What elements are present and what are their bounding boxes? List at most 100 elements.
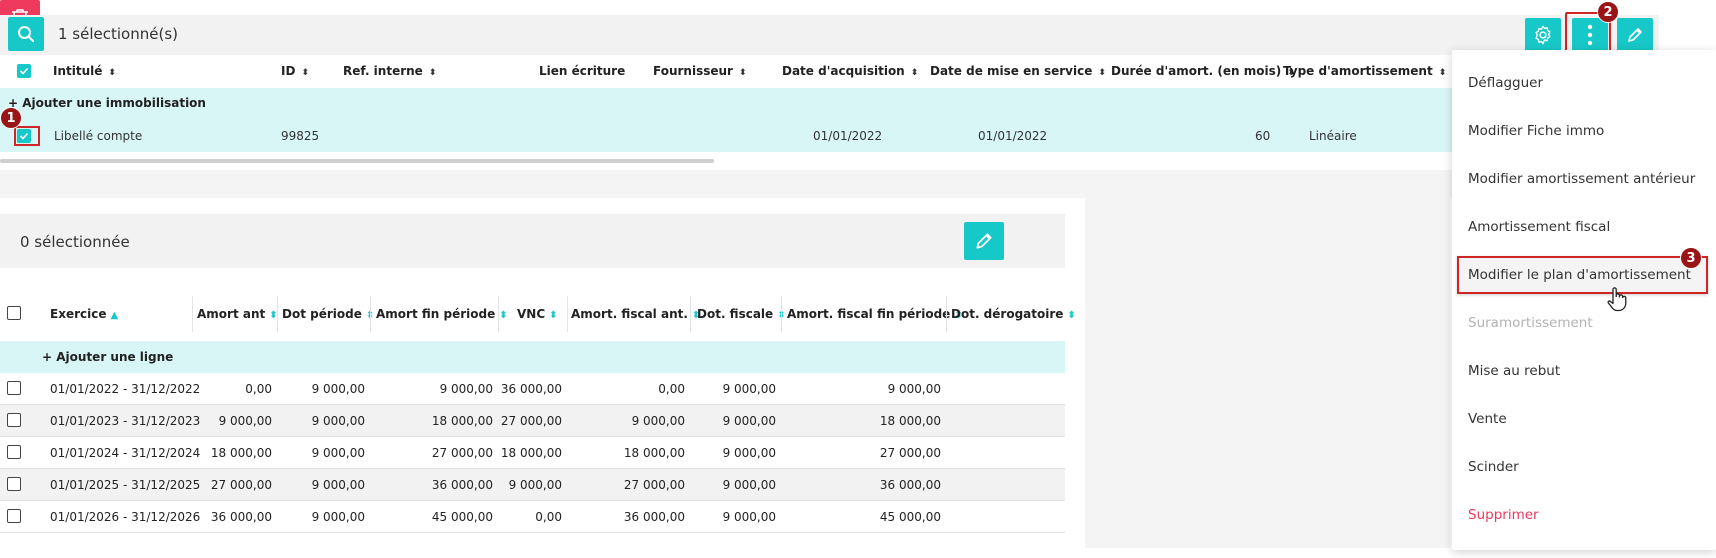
horizontal-scrollbar[interactable] <box>0 159 714 163</box>
col-fournisseur[interactable]: Fournisseur ⬍ <box>653 64 747 78</box>
col-dot-periode[interactable]: Dot période⬍ <box>282 307 374 321</box>
add-immobilisation-link[interactable]: + Ajouter une immobilisation <box>8 96 206 110</box>
cell-id: 99825 <box>281 129 320 143</box>
panel-separator <box>0 170 1659 198</box>
cell-date-acquisition: 01/01/2022 <box>813 129 883 143</box>
col-dot-derogatoire[interactable]: Dot. dérogatoire ⬍ <box>951 307 1076 321</box>
col-exercice[interactable]: Exercice ▲ <box>50 307 118 321</box>
cell-amort-fiscal-ant: 9 000,00 <box>631 414 685 428</box>
cell-amort-fiscal-ant: 18 000,00 <box>623 446 685 460</box>
col-duree-amort[interactable]: Durée d'amort. (en mois) ⬍ <box>1111 64 1295 78</box>
selected-count-bottom: 0 sélectionnée <box>20 233 130 251</box>
cell-amort-fiscal-fin-periode: 9 000,00 <box>887 382 941 396</box>
col-vnc[interactable]: VNC ⬍ <box>517 307 558 321</box>
plus-icon: + <box>42 350 53 364</box>
menu-item-supprimer[interactable]: Supprimer <box>1468 507 1539 523</box>
col-ref-interne[interactable]: Ref. interne ⬍ <box>343 64 436 78</box>
search-button[interactable] <box>8 17 44 51</box>
menu-item-mise-au-rebut[interactable]: Mise au rebut <box>1468 363 1560 379</box>
add-line-link[interactable]: + Ajouter une ligne <box>42 350 173 364</box>
col-amort-fiscal-ant[interactable]: Amort. fiscal ant. ⬍ <box>571 307 700 321</box>
cell-amort-fin-periode: 36 000,00 <box>431 478 493 492</box>
cell-amort-fin-periode: 18 000,00 <box>431 414 493 428</box>
cell-vnc: 18 000,00 <box>500 446 562 460</box>
cell-intitule: Libellé compte <box>54 129 143 143</box>
col-amort-ant[interactable]: Amort ant ⬍ <box>197 307 278 321</box>
menu-item-modifier-amortissement-anterieur[interactable]: Modifier amortissement antérieur <box>1468 171 1695 187</box>
menu-item-modifier-fiche-immo[interactable]: Modifier Fiche immo <box>1468 123 1604 139</box>
settings-button[interactable] <box>1525 18 1561 52</box>
annotation-box-row-checkbox <box>14 126 40 146</box>
cell-amort-ant: 18 000,00 <box>210 446 272 460</box>
table-row[interactable]: 01/01/2026 - 31/12/2026 36 000,00 9 000,… <box>0 501 1065 533</box>
row-checkbox[interactable] <box>7 381 21 395</box>
select-all-checkbox-top[interactable] <box>17 64 31 78</box>
table-row[interactable]: 01/01/2022 - 31/12/2022 0,00 9 000,00 9 … <box>0 373 1065 405</box>
cell-dot-periode: 9 000,00 <box>311 478 365 492</box>
sort-icon: ⬍ <box>910 68 919 78</box>
top-toolbar <box>0 15 1659 55</box>
cell-dot-fiscale: 9 000,00 <box>722 510 776 524</box>
cell-amort-fiscal-fin-periode: 36 000,00 <box>879 478 941 492</box>
cell-type: Linéaire <box>1309 129 1357 143</box>
sort-icon: ⬍ <box>549 310 558 321</box>
column-divider <box>946 296 947 332</box>
menu-item-suramortissement: Suramortissement <box>1468 315 1593 331</box>
row-checkbox[interactable] <box>7 445 21 459</box>
cell-dot-periode: 9 000,00 <box>311 510 365 524</box>
col-date-mise-service[interactable]: Date de mise en service ⬍ <box>930 64 1106 78</box>
sort-icon: ⬍ <box>738 68 747 78</box>
sort-icon: ⬍ <box>499 310 508 321</box>
bottom-toolbar <box>0 214 1065 268</box>
hand-pointer-icon <box>1607 287 1627 312</box>
cell-dot-fiscale: 9 000,00 <box>722 446 776 460</box>
col-intitule[interactable]: Intitulé ⬍ <box>53 64 116 78</box>
cell-amort-fin-periode: 45 000,00 <box>431 510 493 524</box>
sort-icon: ⬍ <box>1438 68 1447 78</box>
table-row[interactable]: 01/01/2024 - 31/12/2024 18 000,00 9 000,… <box>0 437 1065 469</box>
edit-button-bottom[interactable] <box>964 222 1004 260</box>
col-lien-ecriture: Lien écriture <box>539 64 626 78</box>
cell-amort-ant: 0,00 <box>245 382 272 396</box>
menu-item-scinder[interactable]: Scinder <box>1468 459 1519 475</box>
menu-item-modifier-plan-amortissement[interactable]: Modifier le plan d'amortissement <box>1468 267 1691 283</box>
table-row[interactable]: 01/01/2025 - 31/12/2025 27 000,00 9 000,… <box>0 469 1065 501</box>
row-checkbox[interactable] <box>7 413 21 427</box>
column-divider <box>567 296 568 332</box>
sort-icon: ⬍ <box>1098 68 1106 78</box>
selected-count-top: 1 sélectionné(s) <box>58 25 178 43</box>
cell-dot-fiscale: 9 000,00 <box>722 478 776 492</box>
cell-vnc: 9 000,00 <box>508 478 562 492</box>
cell-exercice: 01/01/2026 - 31/12/2026 <box>50 510 201 524</box>
col-dot-fiscale[interactable]: Dot. fiscale⬍ <box>697 307 786 321</box>
cell-amort-fiscal-fin-periode: 18 000,00 <box>879 414 941 428</box>
cell-amort-fin-periode: 9 000,00 <box>439 382 493 396</box>
cell-exercice: 01/01/2024 - 31/12/2024 <box>50 446 201 460</box>
column-divider <box>690 296 691 332</box>
select-all-checkbox-bottom[interactable] <box>7 306 21 320</box>
cell-dot-fiscale: 9 000,00 <box>722 414 776 428</box>
cell-amort-ant: 9 000,00 <box>218 414 272 428</box>
pencil-icon <box>1628 28 1642 42</box>
cell-vnc: 36 000,00 <box>500 382 562 396</box>
table-row[interactable]: 01/01/2023 - 31/12/2023 9 000,00 9 000,0… <box>0 405 1065 437</box>
col-type-amort[interactable]: Type d'amortissement ⬍ <box>1283 64 1446 78</box>
row-checkbox[interactable] <box>7 477 21 491</box>
col-amort-fin-periode[interactable]: Amort fin période ⬍ <box>376 307 508 321</box>
col-amort-fiscal-fin-periode[interactable]: Amort. fiscal fin période ⬍ <box>787 307 963 321</box>
col-id[interactable]: ID ⬍ <box>281 64 309 78</box>
menu-item-vente[interactable]: Vente <box>1468 411 1507 427</box>
sort-icon: ⬍ <box>108 68 116 78</box>
sort-icon: ⬍ <box>301 68 309 78</box>
column-divider <box>277 296 278 332</box>
cell-amort-fiscal-ant: 0,00 <box>658 382 685 396</box>
sort-icon: ⬍ <box>428 68 437 78</box>
cell-vnc: 27 000,00 <box>500 414 562 428</box>
menu-item-amortissement-fiscal[interactable]: Amortissement fiscal <box>1468 219 1610 235</box>
col-date-acquisition[interactable]: Date d'acquisition ⬍ <box>782 64 918 78</box>
edit-button-top[interactable] <box>1617 18 1653 52</box>
cell-amort-fiscal-ant: 36 000,00 <box>623 510 685 524</box>
menu-item-deflagguer[interactable]: Déflagguer <box>1468 75 1543 91</box>
cell-exercice: 01/01/2022 - 31/12/2022 <box>50 382 201 396</box>
row-checkbox[interactable] <box>7 509 21 523</box>
